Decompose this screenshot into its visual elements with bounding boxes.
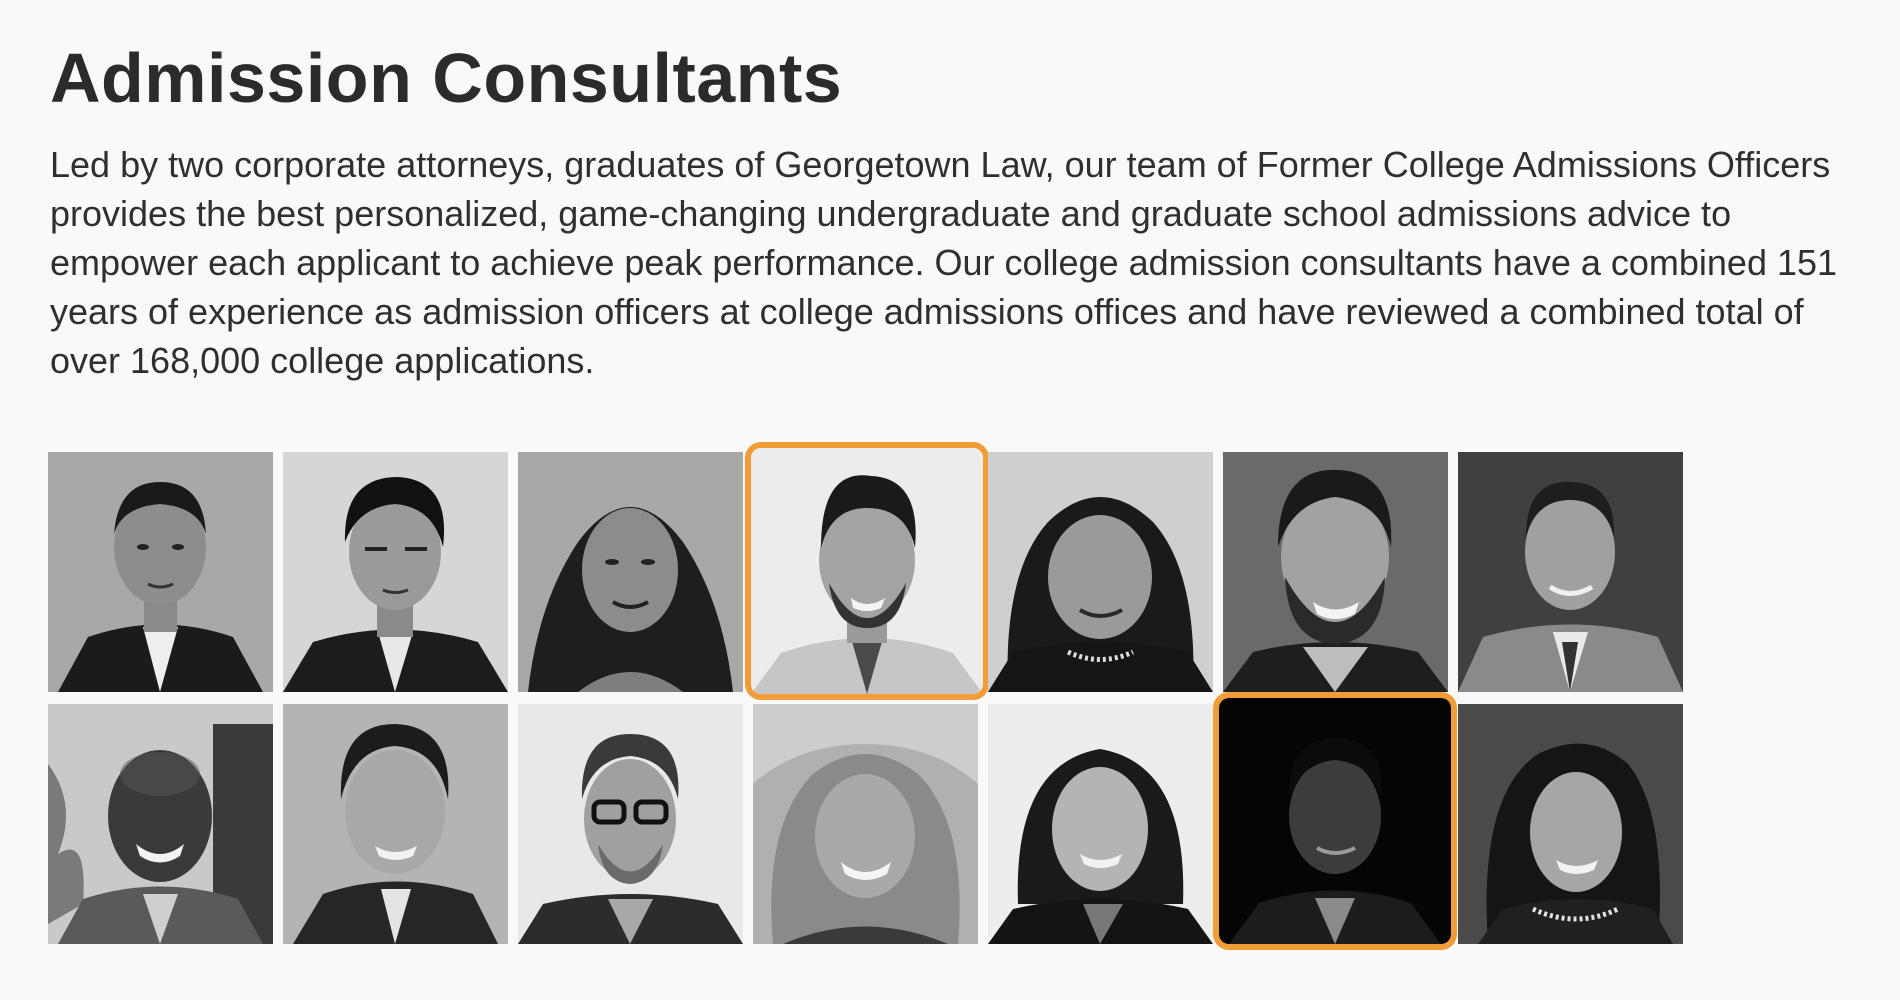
consultant-photo[interactable] <box>753 704 978 944</box>
portrait-image <box>988 452 1213 692</box>
consultant-photo[interactable] <box>988 452 1213 692</box>
portrait-image <box>518 452 743 692</box>
consultant-photo[interactable] <box>1458 704 1683 944</box>
portrait-image <box>283 704 508 944</box>
consultant-photo[interactable] <box>283 704 508 944</box>
portrait-image <box>751 448 983 694</box>
portrait-image <box>1458 452 1683 692</box>
consultant-photo[interactable] <box>283 452 508 692</box>
consultant-photo[interactable] <box>1223 452 1448 692</box>
portrait-image <box>48 704 273 944</box>
portrait-image <box>1223 452 1448 692</box>
page-title: Admission Consultants <box>50 39 843 117</box>
consultant-photo[interactable] <box>1458 452 1683 692</box>
portrait-image <box>48 452 273 692</box>
consultant-photo[interactable] <box>518 452 743 692</box>
portrait-image <box>283 452 508 692</box>
portrait-image <box>1458 704 1683 944</box>
consultant-photo[interactable] <box>48 704 273 944</box>
portrait-image <box>753 704 978 944</box>
consultant-photo[interactable] <box>988 704 1213 944</box>
intro-paragraph: Led by two corporate attorneys, graduate… <box>50 144 1838 381</box>
consultant-photo-selected[interactable] <box>745 442 989 700</box>
portrait-image <box>988 704 1213 944</box>
page-content: Admission Consultants Led by two corpora… <box>50 30 1880 385</box>
consultant-photo[interactable] <box>518 704 743 944</box>
consultant-photo-selected[interactable] <box>1213 692 1457 950</box>
consultant-photo[interactable] <box>48 452 273 692</box>
portrait-image <box>1219 698 1451 944</box>
portrait-image <box>518 704 743 944</box>
